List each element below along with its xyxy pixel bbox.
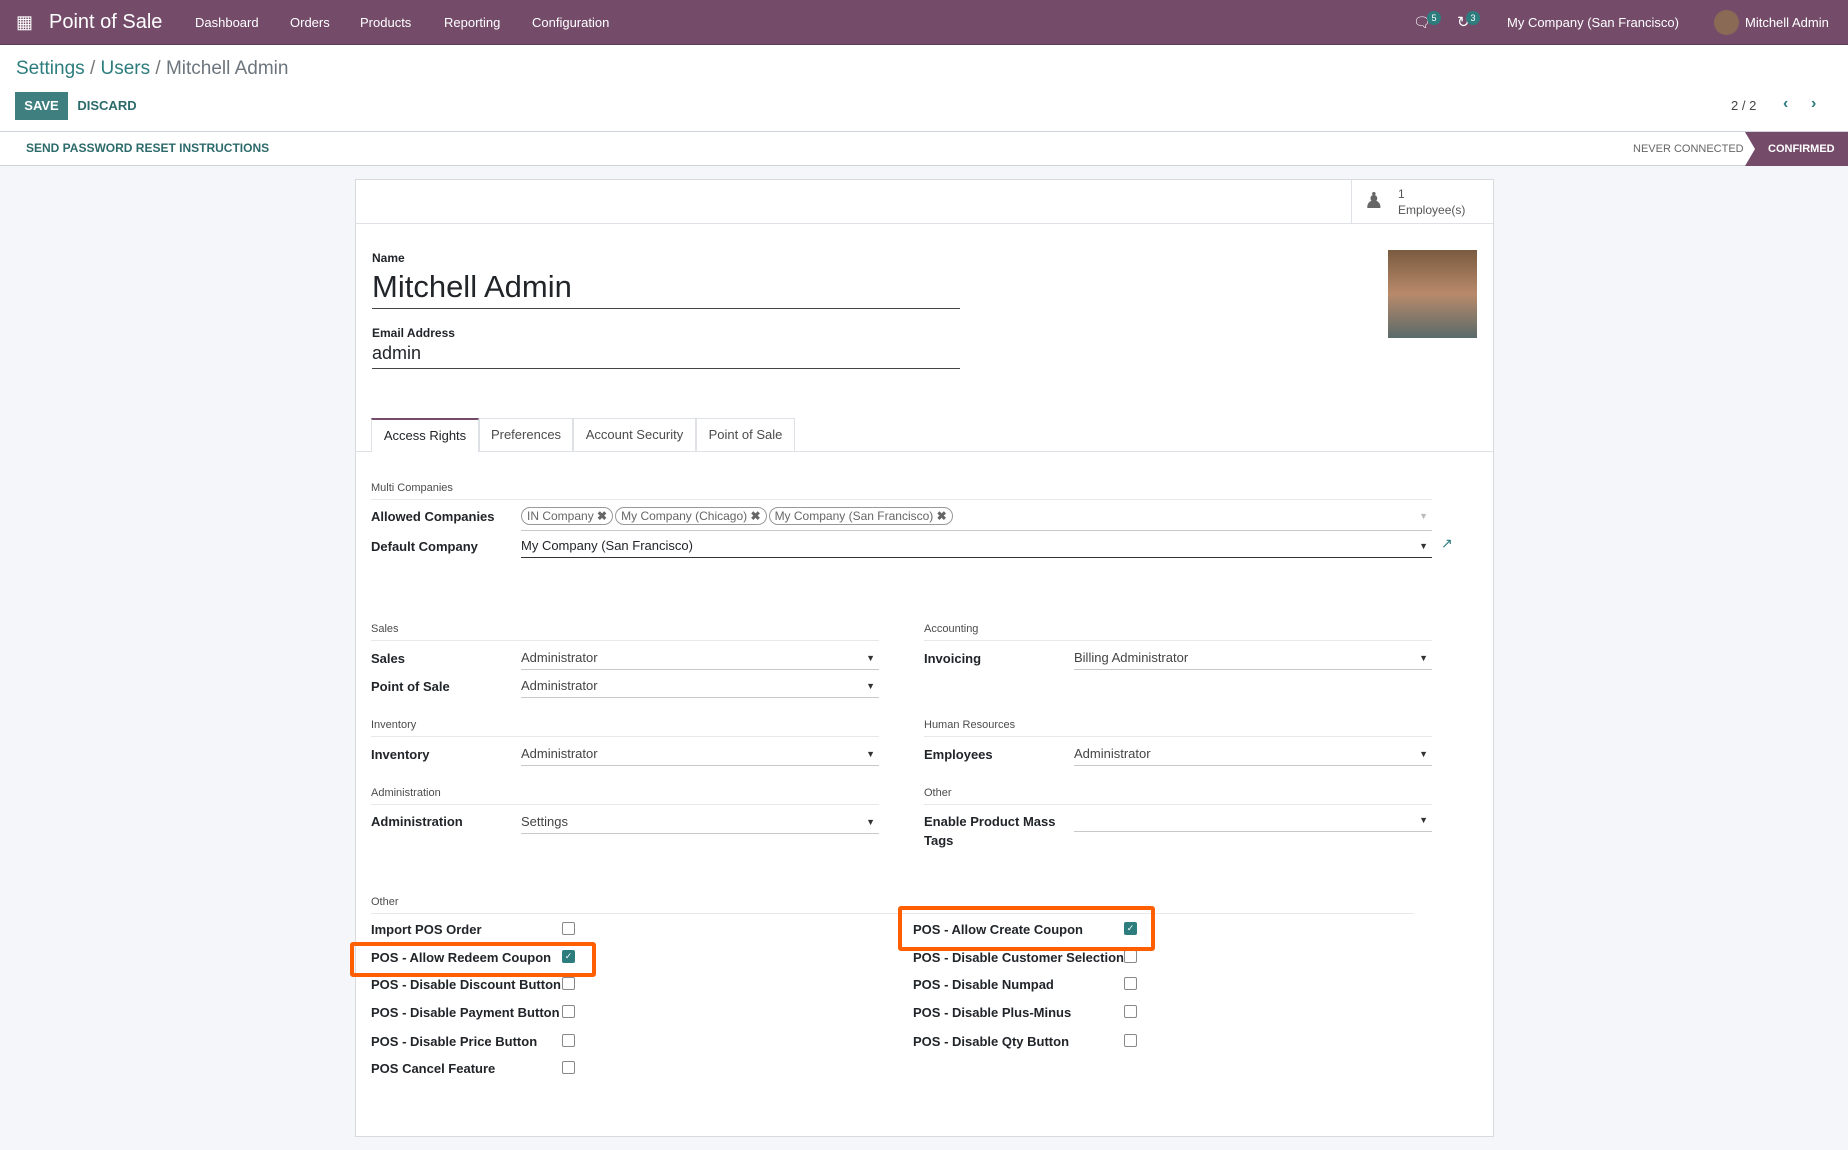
checkbox-label: POS - Disable Customer Selection (913, 950, 1124, 965)
checkbox[interactable] (562, 977, 575, 990)
checkbox-label: POS - Disable Qty Button (913, 1034, 1070, 1049)
menu-reporting[interactable]: Reporting (444, 0, 500, 45)
app-title[interactable]: Point of Sale (49, 0, 162, 45)
checkbox[interactable] (562, 1061, 575, 1074)
inventory-select[interactable]: Administrator ▼ (521, 744, 879, 766)
checkbox-label: POS - Disable Plus-Minus (913, 1005, 1072, 1020)
menu-products[interactable]: Products (360, 0, 411, 45)
other-header: Other (371, 896, 1414, 914)
top-navbar: ▦ Point of Sale Dashboard Orders Product… (0, 0, 1848, 45)
sales-header: Sales (371, 623, 879, 641)
company-tag: IN Company ✖ (521, 507, 614, 525)
pos-select[interactable]: Administrator ▼ (521, 676, 879, 698)
mass-tags-select[interactable]: ▼ (1074, 810, 1432, 832)
mass-tags-label-2: Tags (924, 833, 954, 848)
breadcrumb: Settings / Users / Mitchell Admin (16, 58, 288, 80)
employees-count: 1 (1398, 187, 1405, 201)
remove-tag-icon[interactable]: ✖ (597, 509, 607, 523)
dropdown-caret-icon: ▼ (1419, 541, 1428, 551)
highlight-box (898, 906, 1155, 951)
administration-label: Administration (371, 814, 463, 829)
send-password-reset-button[interactable]: SEND PASSWORD RESET INSTRUCTIONS (26, 134, 269, 162)
breadcrumb-sep: / (89, 58, 96, 79)
save-button[interactable]: SAVE (15, 92, 68, 120)
checkbox[interactable] (562, 922, 575, 935)
breadcrumb-users[interactable]: Users (101, 58, 151, 79)
checkbox-label: Import POS Order (371, 922, 482, 937)
tab-access-rights[interactable]: Access Rights (371, 418, 479, 452)
breadcrumb-sep: / (155, 58, 161, 79)
accounting-header: Accounting (924, 623, 1432, 641)
sales-label: Sales (371, 651, 405, 666)
checkbox[interactable] (1124, 1034, 1137, 1047)
status-never-connected: NEVER CONNECTED (1633, 143, 1744, 155)
tab-preferences[interactable]: Preferences (479, 418, 573, 451)
checkbox[interactable] (562, 1005, 575, 1018)
email-input[interactable]: admin (372, 343, 960, 369)
messages-badge: 5 (1427, 11, 1441, 25)
breadcrumb-settings[interactable]: Settings (16, 58, 85, 79)
menu-configuration[interactable]: Configuration (532, 0, 609, 45)
checkbox-label: POS - Disable Price Button (371, 1034, 538, 1049)
checkbox[interactable] (1124, 977, 1137, 990)
company-tag: My Company (San Francisco) ✖ (768, 507, 953, 525)
user-avatar[interactable] (1714, 10, 1739, 35)
remove-tag-icon[interactable]: ✖ (751, 509, 761, 523)
activities-badge: 3 (1466, 11, 1480, 25)
name-input[interactable]: Mitchell Admin (372, 269, 960, 309)
tab-account-security[interactable]: Account Security (573, 418, 696, 451)
checkbox-label: POS - Disable Numpad (913, 977, 1054, 992)
employees-smart-button[interactable]: ♟ 1 Employee(s) (1351, 180, 1493, 223)
menu-orders[interactable]: Orders (290, 0, 330, 45)
allowed-companies-label: Allowed Companies (371, 509, 495, 524)
apps-menu-icon[interactable]: ▦ (16, 0, 33, 45)
invoicing-select[interactable]: Billing Administrator ▼ (1074, 648, 1432, 670)
allowed-companies-field[interactable]: IN Company ✖ My Company (Chicago) ✖ My Com… (521, 506, 1432, 531)
external-link-icon[interactable]: ↗ (1441, 535, 1453, 552)
control-panel: Settings / Users / Mitchell Admin SAVE D… (0, 45, 1848, 166)
hr-header: Human Resources (924, 719, 1432, 737)
sales-select[interactable]: Administrator ▼ (521, 648, 879, 670)
pager-prev-icon[interactable]: ‹ (1783, 95, 1788, 113)
checkbox[interactable] (1124, 950, 1137, 963)
invoicing-label: Invoicing (924, 651, 982, 666)
administration-header: Administration (371, 787, 879, 805)
checkbox-label: POS - Disable Payment Button (371, 1005, 560, 1020)
users-icon: ♟ (1364, 188, 1384, 213)
company-switcher[interactable]: My Company (San Francisco) (1507, 0, 1679, 45)
highlight-box (350, 942, 596, 977)
default-company-select[interactable]: My Company (San Francisco) ▼ (521, 536, 1432, 558)
administration-select[interactable]: Settings ▼ (521, 812, 879, 834)
company-tag: My Company (Chicago) ✖ (615, 507, 767, 525)
dropdown-caret-icon: ▼ (1419, 511, 1428, 521)
email-label: Email Address (372, 326, 455, 340)
tab-point-of-sale[interactable]: Point of Sale (696, 418, 795, 451)
user-photo[interactable] (1388, 250, 1477, 338)
default-company-label: Default Company (371, 539, 478, 554)
user-menu[interactable]: Mitchell Admin (1745, 0, 1829, 45)
pager-value[interactable]: 2 / 2 (1731, 98, 1756, 113)
checkbox[interactable] (1124, 1005, 1137, 1018)
checkbox-label: POS - Disable Discount Button (371, 977, 561, 992)
breadcrumb-current: Mitchell Admin (165, 58, 289, 79)
inventory-header: Inventory (371, 719, 879, 737)
other-group-header: Other (924, 787, 1432, 805)
employees-select[interactable]: Administrator ▼ (1074, 744, 1432, 766)
status-confirmed: CONFIRMED (1768, 143, 1835, 155)
checkbox[interactable] (562, 1034, 575, 1047)
pager-next-icon[interactable]: › (1811, 95, 1816, 113)
mass-tags-label: Enable Product Mass (924, 814, 1056, 829)
pos-label: Point of Sale (371, 679, 450, 694)
discard-button[interactable]: DISCARD (76, 92, 138, 120)
inventory-label: Inventory (371, 747, 430, 762)
checkbox-label: POS Cancel Feature (371, 1061, 496, 1076)
remove-tag-icon[interactable]: ✖ (937, 509, 947, 523)
employees-label: Employee(s) (1398, 203, 1466, 217)
employees-label: Employees (924, 747, 993, 762)
name-label: Name (372, 251, 405, 265)
multi-companies-header: Multi Companies (371, 482, 1432, 500)
menu-dashboard[interactable]: Dashboard (195, 0, 259, 45)
